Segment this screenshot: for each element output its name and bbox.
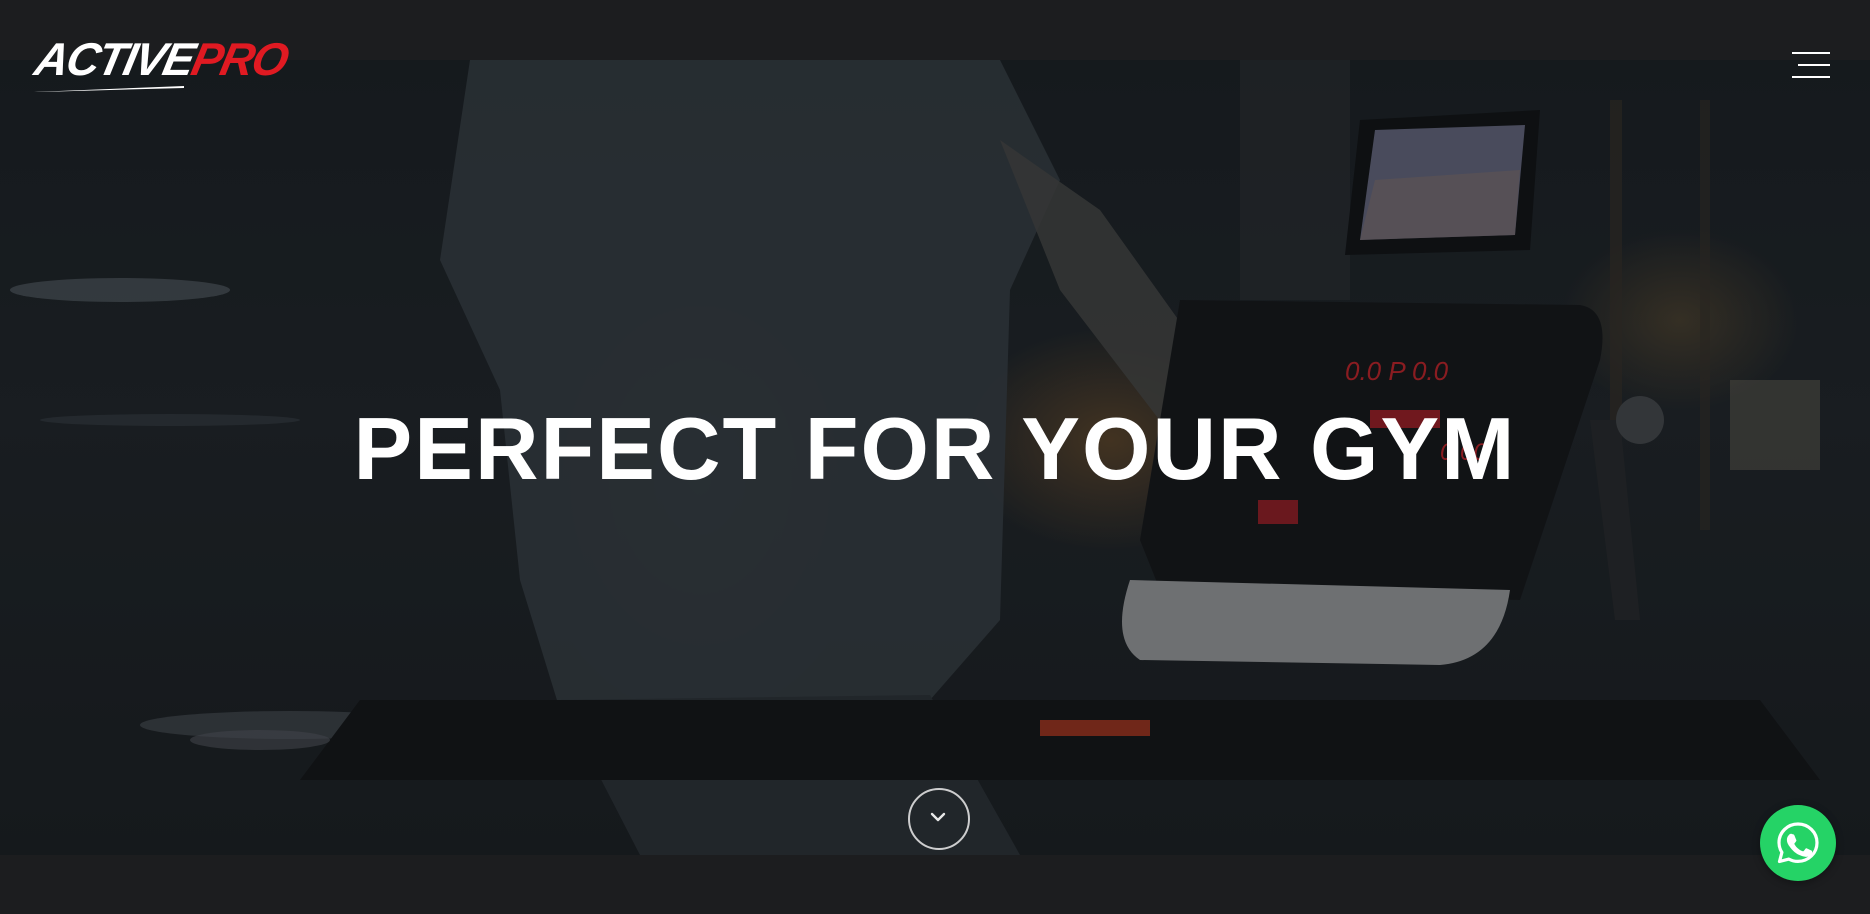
hamburger-menu-icon[interactable] [1790,50,1830,80]
logo-text-pro: PRO [187,33,292,85]
scroll-down-button[interactable] [908,788,970,850]
whatsapp-icon [1777,822,1819,864]
hero-headline: PERFECT FOR YOUR GYM [353,399,1517,498]
logo-text-active: ACTIVE [30,33,199,85]
logo-swoosh-graphic [34,86,184,92]
chevron-down-icon [930,812,946,822]
activepro-logo[interactable]: ACTIVEPRO [30,33,292,85]
whatsapp-chat-button[interactable] [1760,805,1836,881]
